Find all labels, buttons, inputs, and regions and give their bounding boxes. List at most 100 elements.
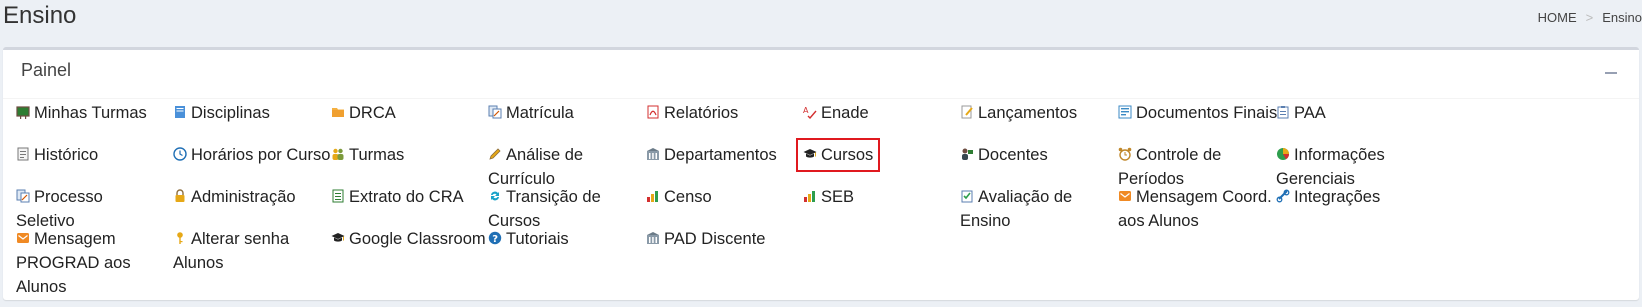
menu-item-label: PAD Discente	[664, 230, 766, 248]
menu-item-processo-seletivo[interactable]: Processo Seletivo	[16, 185, 166, 233]
panel: Painel Minhas Turmas Disciplinas DRCA Matrí…	[3, 47, 1639, 300]
menu-item-label: Matrícula	[506, 104, 574, 122]
collapse-button[interactable]	[1605, 72, 1617, 74]
menu-item-minhas-turmas[interactable]: Minhas Turmas	[16, 101, 161, 125]
bar-chart-icon	[803, 189, 817, 203]
menu-item-label: Integrações	[1294, 188, 1381, 206]
menu-item-label: Google Classroom	[349, 230, 486, 248]
building-icon	[646, 147, 660, 161]
bar-chart-icon	[646, 189, 660, 203]
menu-item-drca[interactable]: DRCA	[331, 101, 476, 125]
menu-item-label: Controle de Períodos	[1118, 146, 1222, 188]
pie-chart-icon	[1276, 147, 1290, 161]
menu-item-label: Enade	[821, 104, 869, 122]
menu-item-cursos[interactable]: Cursos	[803, 143, 923, 167]
menu-item-pad-discente[interactable]: PAD Discente	[646, 227, 776, 251]
group-icon	[331, 147, 345, 161]
alarm-clock-icon	[1118, 147, 1132, 161]
note-edit-icon	[960, 105, 974, 119]
chalkboard-icon	[16, 105, 30, 119]
lock-icon	[173, 189, 187, 203]
menu-item-horarios-por-curso[interactable]: Horários por Curso	[173, 143, 333, 167]
menu-item-label: Lançamentos	[978, 104, 1078, 122]
menu-item-label: Extrato do CRA	[349, 188, 464, 206]
menu-item-administracao[interactable]: Administração	[173, 185, 323, 209]
spreadsheet-icon	[331, 189, 345, 203]
menu-item-label: Relatórios	[664, 104, 739, 122]
menu-item-label: Mensagem Coord. aos Alunos	[1118, 188, 1272, 230]
menu-item-documentos-finais[interactable]: Documentos Finais	[1118, 101, 1278, 125]
menu-item-lancamentos[interactable]: Lançamentos	[960, 101, 1115, 125]
menu-item-label: Docentes	[978, 146, 1048, 164]
menu-item-label: Disciplinas	[191, 104, 270, 122]
menu-item-historico[interactable]: Histórico	[16, 143, 161, 167]
teacher-icon	[960, 147, 974, 161]
menu-item-label: Turmas	[349, 146, 405, 164]
menu-item-label: DRCA	[349, 104, 396, 122]
menu-item-label: Documentos Finais	[1136, 104, 1278, 122]
menu-item-tutoriais[interactable]: ? Tutoriais	[488, 227, 618, 251]
menu-item-alterar-senha-alunos[interactable]: Alterar senha Alunos	[173, 227, 303, 275]
menu-item-matricula[interactable]: Matrícula	[488, 101, 638, 125]
mail-icon	[1118, 189, 1132, 203]
menu-item-label: SEB	[821, 188, 855, 206]
link-icon	[1276, 189, 1290, 203]
menu-item-integracoes[interactable]: Integrações	[1276, 185, 1416, 209]
spell-check-icon: A	[803, 105, 817, 119]
menu-item-docentes[interactable]: Docentes	[960, 143, 1110, 167]
graduation-cap-icon	[331, 231, 345, 245]
page-header: Ensino HOME > Ensino	[0, 0, 1642, 45]
menu-item-enade[interactable]: A Enade	[803, 101, 953, 125]
breadcrumb-home-link[interactable]: HOME	[1538, 10, 1577, 25]
menu-item-controle-de-periodos[interactable]: Controle de Períodos	[1118, 143, 1238, 191]
menu-item-label: Tutoriais	[506, 230, 569, 248]
book-icon	[173, 105, 187, 119]
menu-item-informacoes-gerenciais[interactable]: Informações Gerenciais	[1276, 143, 1406, 191]
menu-item-label: Informações Gerenciais	[1276, 146, 1385, 188]
page-title: Ensino	[3, 2, 77, 29]
breadcrumb: HOME > Ensino	[1538, 10, 1642, 25]
menu-item-label: Horários por Curso	[191, 146, 331, 164]
menu-item-label: Alterar senha Alunos	[173, 230, 290, 272]
clipboard-icon	[1276, 105, 1290, 119]
report-icon	[16, 147, 30, 161]
refresh-icon	[488, 189, 502, 203]
folder-icon	[331, 105, 345, 119]
building-icon	[646, 231, 660, 245]
menu-item-label: Análise de Currículo	[488, 146, 584, 188]
menu-item-label: Histórico	[34, 146, 99, 164]
svg-text:?: ?	[492, 234, 498, 245]
menu-item-label: Mensagem PROGRAD aos Alunos	[16, 230, 131, 296]
menu-item-departamentos[interactable]: Departamentos	[646, 143, 796, 167]
graduation-cap-icon	[803, 147, 817, 161]
menu-item-mensagem-prograd-aos-alunos[interactable]: Mensagem PROGRAD aos Alunos	[16, 227, 171, 299]
pencil-icon	[488, 147, 502, 161]
menu-item-label: PAA	[1294, 104, 1326, 122]
menu-item-analise-de-curriculo[interactable]: Análise de Currículo	[488, 143, 608, 191]
menu-item-label: Transição de Cursos	[488, 188, 601, 230]
clock-icon	[173, 147, 187, 161]
form-icon	[1118, 105, 1132, 119]
menu-item-turmas[interactable]: Turmas	[331, 143, 476, 167]
panel-title: Painel	[21, 60, 72, 80]
menu-item-censo[interactable]: Censo	[646, 185, 776, 209]
pdf-icon	[646, 105, 660, 119]
menu-item-extrato-do-cra[interactable]: Extrato do CRA	[331, 185, 481, 209]
menu-item-avaliacao-de-ensino[interactable]: Avaliação de Ensino	[960, 185, 1090, 233]
documents-icon	[16, 189, 30, 203]
help-icon: ?	[488, 231, 502, 245]
menu-item-label: Censo	[664, 188, 712, 206]
menu-item-transicao-de-cursos[interactable]: Transição de Cursos	[488, 185, 608, 233]
menu-item-paa[interactable]: PAA	[1276, 101, 1396, 125]
menu-item-mensagem-coord-aos-alunos[interactable]: Mensagem Coord. aos Alunos	[1118, 185, 1278, 233]
menu-item-google-classroom[interactable]: Google Classroom	[331, 227, 486, 251]
menu-item-disciplinas[interactable]: Disciplinas	[173, 101, 323, 125]
menu-item-label: Cursos	[821, 146, 874, 164]
key-icon	[173, 231, 187, 245]
mail-icon	[16, 231, 30, 245]
menu-item-relatorios[interactable]: Relatórios	[646, 101, 791, 125]
menu-item-label: Departamentos	[664, 146, 777, 164]
menu-item-seb[interactable]: SEB	[803, 185, 933, 209]
menu-item-label: Minhas Turmas	[34, 104, 147, 122]
menu-item-label: Avaliação de Ensino	[960, 188, 1073, 230]
